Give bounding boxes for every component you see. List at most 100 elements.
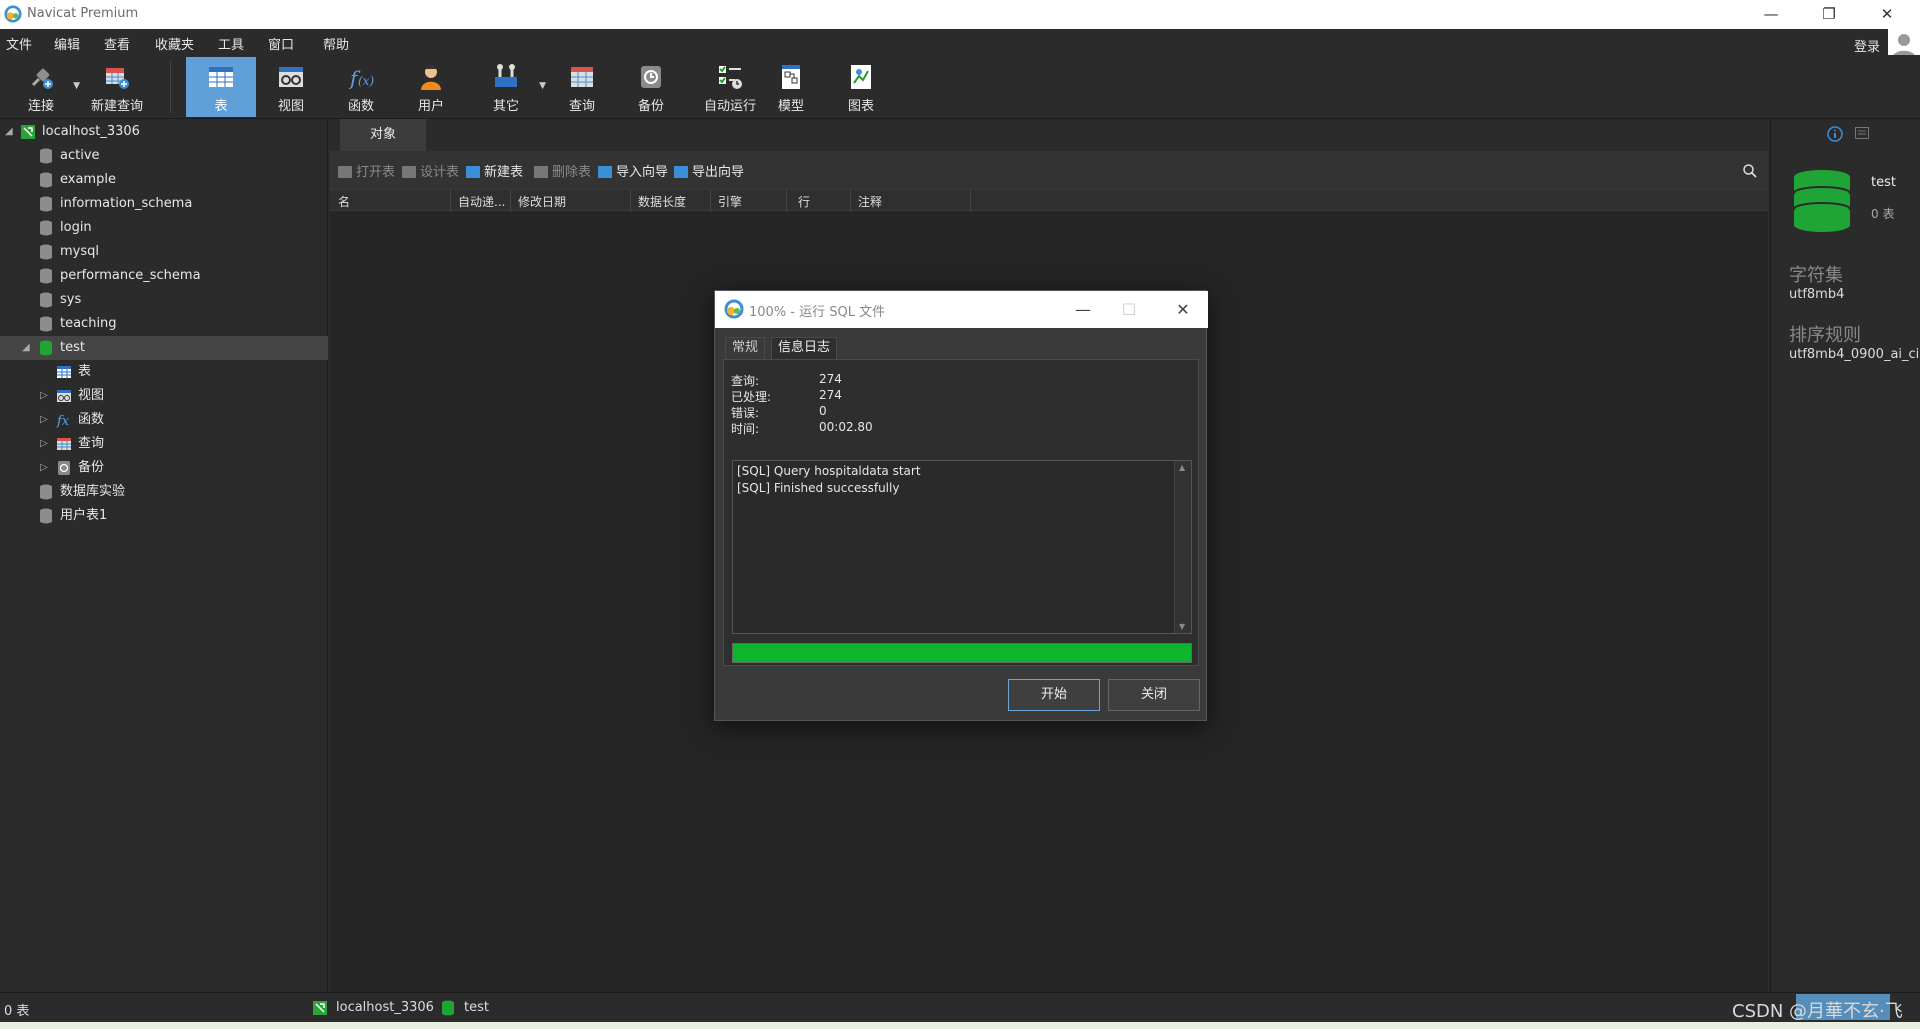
login-link[interactable]: 登录 [1854,36,1880,55]
svg-text:(x): (x) [358,74,374,88]
toolbar-query-button[interactable]: 查询 [553,57,611,117]
database-open-icon [40,340,52,356]
toolbar-view-button[interactable]: 视图 [262,57,320,117]
log-textarea[interactable]: [SQL] Query hospitaldata start [SQL] Fin… [732,460,1192,634]
restore-button[interactable]: ❐ [1800,0,1858,29]
tree-db-active[interactable]: active [0,144,328,168]
tab-objects[interactable]: 对象 [340,119,426,151]
collapsed-arrow-icon[interactable]: ▷ [40,456,48,480]
tree-db-performance-schema[interactable]: performance_schema [0,264,328,288]
column-header-datalength[interactable]: 数据长度 [638,193,686,210]
toolbar-table-button[interactable]: 表 [186,57,256,117]
tree-node-label: 查询 [78,436,105,451]
column-header-name[interactable]: 名 [338,193,350,210]
table-header: 名 自动递... 修改日期 数据长度 引擎 行 注释 [330,189,1768,212]
connection-icon [21,125,35,139]
collapsed-arrow-icon[interactable]: ▷ [40,384,48,408]
minimize-button[interactable]: — [1742,0,1800,29]
search-icon[interactable] [1742,163,1758,179]
stat-time-label: 时间: [731,422,760,436]
db-name: test [1871,175,1896,190]
menu-file[interactable]: 文件 [6,34,32,53]
collapsed-arrow-icon[interactable]: ▷ [40,432,48,456]
tree-db-login[interactable]: login [0,216,328,240]
tab-general[interactable]: 常规 [725,337,766,359]
collapsed-arrow-icon[interactable]: ▷ [40,408,48,432]
ddl-icon[interactable] [1855,127,1869,139]
info-icon[interactable] [1827,126,1843,142]
tree-node-views[interactable]: ▷ 视图 [0,384,328,408]
delete-table-button[interactable]: 删除表 [534,161,591,180]
dialog-minimize-button[interactable]: — [1060,291,1106,328]
toolbar-other-label: 其它 [492,99,519,114]
new-table-label: 新建表 [484,165,524,180]
tree-node-queries[interactable]: ▷ 查询 [0,432,328,456]
tree-connection-label: localhost_3306 [42,124,140,139]
toolbar-new-query-label: 新建查询 [90,99,143,114]
new-table-button[interactable]: 新建表 [466,161,523,180]
tree-db-teaching[interactable]: teaching [0,312,328,336]
tree-db-experiment[interactable]: 数据库实验 [0,480,328,504]
navicat-logo-icon [724,299,744,319]
dialog-close-icon[interactable]: ✕ [1160,291,1206,328]
toolbar-view-label: 视图 [277,99,304,114]
tree-node-functions[interactable]: ▷ fx 函数 [0,408,328,432]
scroll-down-icon[interactable]: ▼ [1179,622,1185,631]
database-icon [40,268,52,284]
function-icon: f (x) [348,66,374,90]
toolbar-model-button[interactable]: 模型 [762,57,820,117]
tree-db-example[interactable]: example [0,168,328,192]
log-scrollbar[interactable]: ▲ ▼ [1174,461,1191,633]
close-window-button[interactable]: ✕ [1858,0,1916,29]
menu-tools[interactable]: 工具 [218,34,244,53]
toolbar-divider [170,61,171,113]
chevron-down-icon[interactable]: ▼ [73,81,80,91]
new-table-icon [466,166,480,178]
database-icon [442,1000,454,1016]
menu-favorites[interactable]: 收藏夹 [155,34,194,53]
column-header-rows[interactable]: 行 [798,193,810,210]
toolbar-chart-button[interactable]: 图表 [832,57,890,117]
tree-node-tables[interactable]: 表 [0,360,328,384]
menu-help[interactable]: 帮助 [323,34,349,53]
expanded-arrow-icon[interactable]: ◢ [22,336,30,360]
expanded-arrow-icon[interactable]: ◢ [5,120,13,144]
toolbar-connect-button[interactable]: 连接 ▼ [12,57,80,117]
tree-db-label: example [60,172,116,187]
menu-edit[interactable]: 编辑 [54,34,80,53]
toolbar-backup-button[interactable]: 备份 [622,57,680,117]
dialog-maximize-button[interactable]: ☐ [1106,291,1152,328]
menu-window[interactable]: 窗口 [268,34,294,53]
tree-db-sys[interactable]: sys [0,288,328,312]
column-header-engine[interactable]: 引擎 [718,193,742,210]
column-header-autoinc[interactable]: 自动递... [458,193,505,210]
tab-info-log[interactable]: 信息日志 [771,337,838,359]
tree-node-backups[interactable]: ▷ 备份 [0,456,328,480]
tree-db-test[interactable]: ◢ test [0,336,328,360]
toolbar-autorun-button[interactable]: 自动运行 [692,57,768,117]
tree-connection[interactable]: ◢ localhost_3306 [0,120,328,144]
column-header-comment[interactable]: 注释 [858,193,882,210]
start-button[interactable]: 开始 [1008,679,1100,711]
design-table-button[interactable]: 设计表 [402,161,459,180]
toolbar-other-button[interactable]: 其它 ▼ [476,57,546,117]
toolbar-function-button[interactable]: f (x) 函数 [332,57,390,117]
tree-db-usertable1[interactable]: 用户表1 [0,504,328,528]
close-button[interactable]: 关闭 [1108,679,1200,711]
stat-errors-value: 0 [819,404,827,418]
open-table-button[interactable]: 打开表 [338,161,395,180]
column-header-modified[interactable]: 修改日期 [518,193,566,210]
tree-db-mysql[interactable]: mysql [0,240,328,264]
tree-db-information-schema[interactable]: information_schema [0,192,328,216]
chevron-down-icon[interactable]: ▼ [539,81,546,91]
export-wizard-button[interactable]: 导出向导 [674,161,744,180]
tree-db-label: active [60,148,100,163]
import-wizard-button[interactable]: 导入向导 [598,161,668,180]
toolbar-user-button[interactable]: 用户 [402,57,460,117]
menu-view[interactable]: 查看 [104,34,130,53]
progress-bar [732,643,1192,663]
scroll-up-icon[interactable]: ▲ [1179,463,1185,472]
toolbar-new-query-button[interactable]: 新建查询 [88,57,146,117]
plug-icon [31,68,53,89]
user-icon [421,65,441,90]
